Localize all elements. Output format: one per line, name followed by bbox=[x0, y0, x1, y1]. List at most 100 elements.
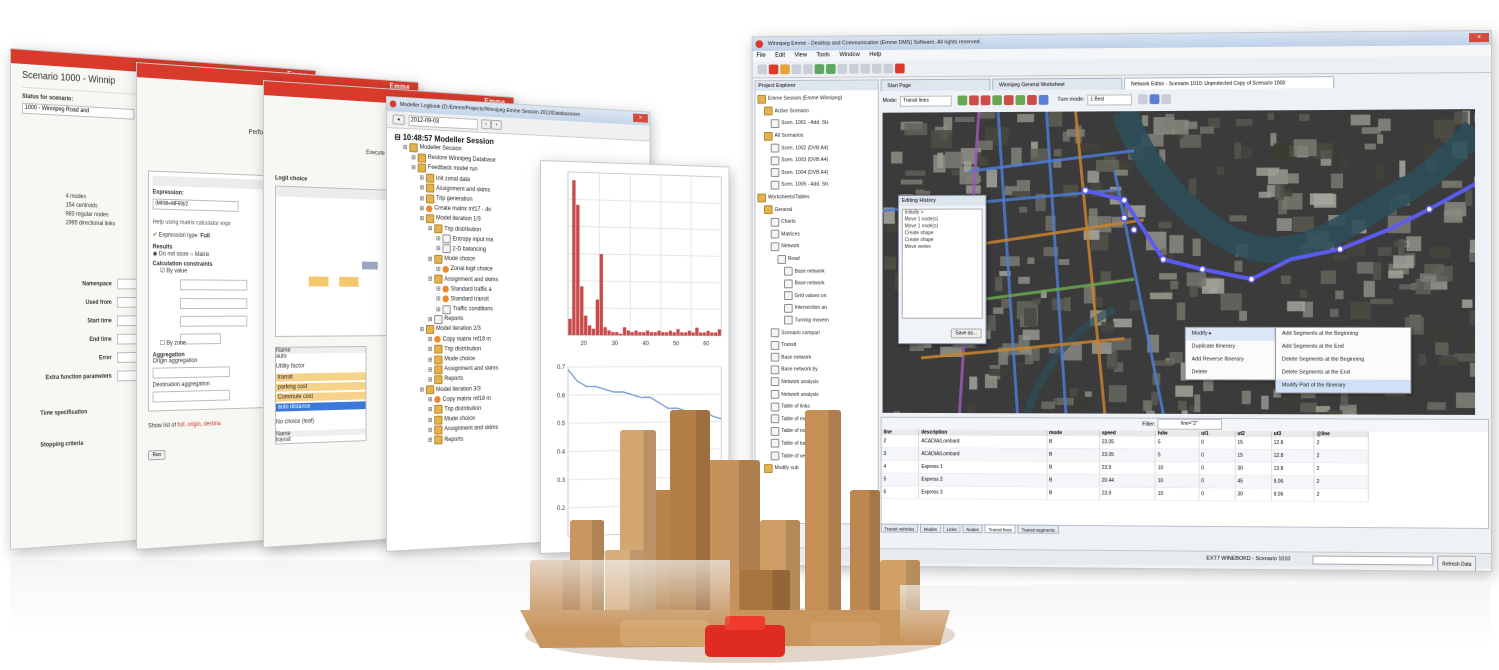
next-button[interactable]: › bbox=[491, 119, 502, 131]
explorer-item[interactable]: Base network bbox=[757, 265, 875, 277]
menu-item-help[interactable]: Help bbox=[869, 50, 881, 61]
checkbox-icon[interactable]: ☑ bbox=[160, 268, 165, 274]
expand-icon[interactable]: ⊞ bbox=[411, 154, 416, 161]
explorer-item[interactable]: Scen. 1001 - Add. Str. bbox=[757, 117, 875, 130]
expand-icon[interactable]: ⊞ bbox=[428, 427, 433, 434]
explorer-item[interactable]: Base network bbox=[757, 351, 875, 364]
context-menu-item[interactable]: Duplicate Itinerary bbox=[1186, 341, 1276, 354]
explorer-item[interactable]: Scen. 1005 - Add. Str. bbox=[757, 179, 875, 192]
menu-item-view[interactable]: View bbox=[795, 51, 807, 62]
document-tab[interactable]: Start Page bbox=[880, 78, 991, 92]
split-link-icon[interactable] bbox=[1004, 95, 1014, 106]
history-item[interactable]: Move vertex bbox=[903, 244, 982, 251]
expression-input[interactable]: (MF68+MF69)/2 bbox=[152, 198, 239, 213]
play-icon[interactable] bbox=[826, 64, 836, 74]
route-node[interactable] bbox=[1426, 206, 1432, 212]
context-menu-item[interactable]: Delete bbox=[1186, 366, 1276, 379]
explorer-item[interactable]: Scen. 1002 (DVB A4) bbox=[757, 142, 875, 155]
document-tab[interactable]: Winnipeg General Worksheet bbox=[992, 77, 1123, 91]
move-node-icon[interactable] bbox=[969, 95, 980, 106]
origin-agg-select[interactable] bbox=[152, 366, 230, 379]
pan-icon[interactable] bbox=[872, 63, 882, 74]
radio-icon[interactable]: ○ bbox=[190, 252, 193, 258]
menu-item-tools[interactable]: Tools bbox=[816, 50, 829, 61]
submenu-item[interactable]: Modify Part of the Itinerary bbox=[1276, 379, 1411, 393]
tree-node[interactable] bbox=[339, 276, 359, 287]
tree-node[interactable] bbox=[308, 276, 329, 287]
undo-icon[interactable] bbox=[1138, 94, 1148, 105]
logit-item[interactable]: transit bbox=[275, 372, 366, 382]
expand-icon[interactable]: ⊞ bbox=[436, 286, 441, 293]
expand-icon[interactable]: ⊞ bbox=[428, 276, 433, 283]
expand-icon[interactable]: ⊞ bbox=[436, 246, 441, 252]
zoom-out-icon[interactable] bbox=[860, 63, 871, 74]
explorer-item[interactable]: All Scenarios bbox=[757, 129, 875, 142]
zoom-in-icon[interactable] bbox=[849, 63, 859, 74]
expand-icon[interactable]: ⊞ bbox=[420, 326, 425, 333]
constraint-input[interactable] bbox=[179, 298, 248, 310]
constraint-input[interactable] bbox=[179, 315, 248, 327]
route-node[interactable] bbox=[1082, 187, 1088, 193]
delete-node-icon[interactable] bbox=[981, 95, 991, 106]
expand-icon[interactable]: ⊞ bbox=[436, 235, 441, 242]
turn-select[interactable]: 1 Best bbox=[1087, 93, 1133, 106]
close-icon[interactable]: × bbox=[633, 113, 648, 123]
route-node[interactable] bbox=[1199, 266, 1205, 272]
prev-button[interactable]: ‹ bbox=[480, 119, 492, 130]
back-button[interactable]: ◂ bbox=[392, 114, 405, 125]
save-as-button[interactable]: Save as... bbox=[950, 328, 982, 339]
logit-item[interactable]: parking cost bbox=[275, 381, 366, 392]
expand-icon[interactable]: ⊞ bbox=[436, 296, 441, 303]
folder-icon[interactable] bbox=[780, 64, 790, 75]
route-node[interactable] bbox=[1160, 256, 1166, 262]
expand-icon[interactable]: ⊞ bbox=[428, 316, 433, 323]
expand-icon[interactable]: ⊞ bbox=[428, 366, 433, 373]
explorer-item[interactable]: Emme Session (Emme Winnipeg) bbox=[757, 92, 875, 105]
expand-icon[interactable]: ⊞ bbox=[428, 255, 433, 262]
document-tab[interactable]: Network Editor - Scenario 1010: Unprotec… bbox=[1124, 76, 1335, 90]
menu-item-edit[interactable]: Edit bbox=[775, 51, 785, 62]
close-icon[interactable]: × bbox=[1469, 33, 1490, 43]
checkbox-icon[interactable]: ☐ bbox=[160, 341, 165, 347]
bottom-tab[interactable]: Transit lines bbox=[984, 524, 1016, 534]
explorer-item[interactable]: Scenario compari bbox=[757, 327, 875, 339]
submenu-item[interactable]: Add Segments at the End bbox=[1276, 341, 1410, 354]
explorer-item[interactable]: Grid values on bbox=[757, 290, 875, 302]
explorer-item[interactable]: Matrices bbox=[757, 228, 875, 241]
run-button[interactable]: Run bbox=[148, 449, 166, 461]
add-node-icon[interactable] bbox=[957, 95, 968, 106]
date-field[interactable]: 2012-09-03 bbox=[407, 114, 478, 130]
explorer-item[interactable]: Worksheets/Tables bbox=[757, 191, 875, 204]
context-menu-item[interactable]: Add Reverse Itinerary bbox=[1186, 353, 1276, 366]
expand-icon[interactable]: ⊞ bbox=[420, 386, 425, 393]
expand-icon[interactable]: ⊞ bbox=[420, 205, 425, 212]
tree-node[interactable] bbox=[362, 261, 378, 270]
explorer-item[interactable]: General bbox=[757, 203, 875, 216]
stop-icon[interactable] bbox=[837, 63, 848, 74]
expand-icon[interactable]: ⊞ bbox=[428, 437, 433, 444]
explorer-item[interactable]: Network bbox=[757, 240, 875, 253]
run-icon[interactable] bbox=[814, 64, 825, 74]
expand-icon[interactable]: ⊞ bbox=[420, 185, 425, 192]
expand-icon[interactable]: ⊞ bbox=[436, 266, 441, 273]
modeller-icon[interactable] bbox=[895, 63, 905, 74]
expand-icon[interactable]: ⊞ bbox=[411, 164, 416, 171]
menu-item-window[interactable]: Window bbox=[839, 50, 859, 61]
dest-agg-select[interactable] bbox=[152, 389, 230, 403]
context-menu-item[interactable]: Modify ▸ bbox=[1185, 327, 1277, 341]
expand-icon[interactable]: ⊞ bbox=[420, 174, 425, 181]
emme-icon[interactable] bbox=[768, 64, 779, 75]
delete-line-icon[interactable] bbox=[1027, 95, 1038, 105]
submenu-item[interactable]: Delete Segments at the End bbox=[1276, 367, 1410, 380]
explorer-item[interactable]: Transit bbox=[757, 339, 875, 351]
scenario-select[interactable]: 1000 - Winnipeg Road and bbox=[22, 102, 135, 120]
expand-icon[interactable]: ⊞ bbox=[428, 346, 433, 353]
refresh-data-button[interactable]: Refresh Data bbox=[1437, 555, 1477, 572]
expand-icon[interactable]: ⊞ bbox=[420, 195, 425, 202]
explorer-item[interactable]: Road bbox=[757, 253, 875, 265]
logit-item[interactable]: auto distance bbox=[275, 401, 366, 412]
footer-links[interactable]: full, origin, destina bbox=[178, 421, 221, 428]
explorer-item[interactable]: Intersection an bbox=[757, 302, 875, 314]
expand-icon[interactable]: ⊞ bbox=[403, 143, 408, 150]
add-link-icon[interactable] bbox=[992, 95, 1003, 106]
